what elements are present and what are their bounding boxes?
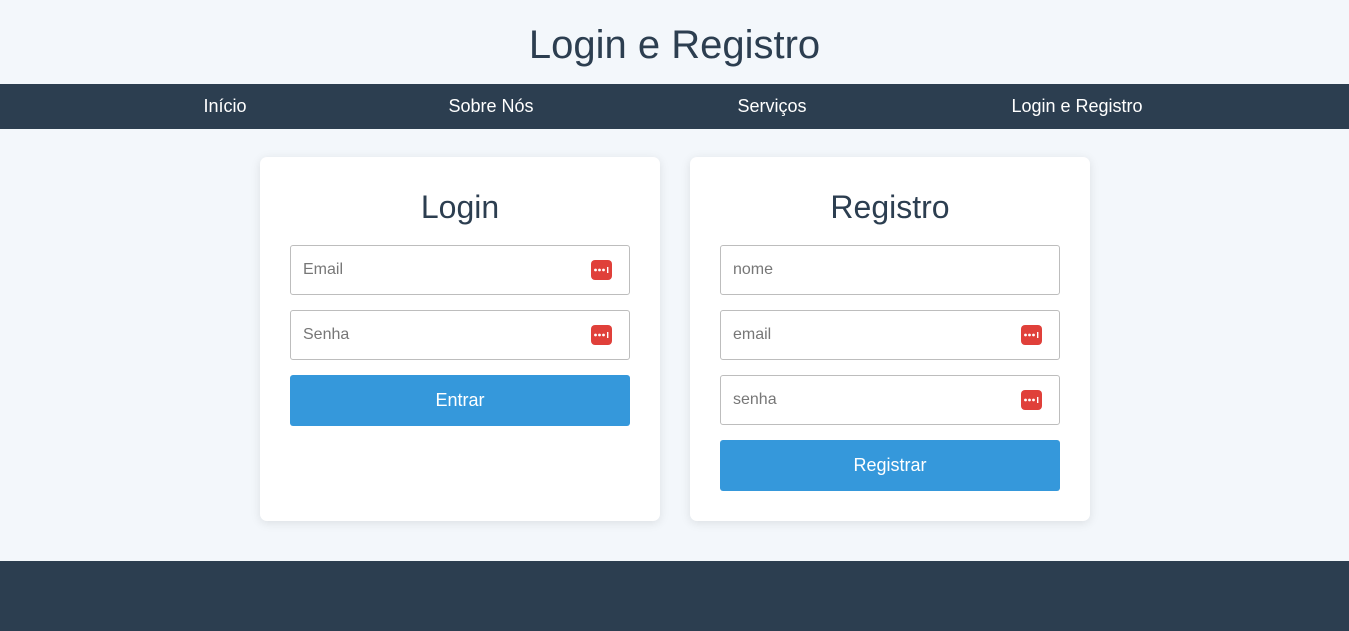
password-manager-icon[interactable] [591, 260, 612, 280]
login-email-field-wrapper [290, 245, 630, 295]
password-manager-icon[interactable] [1021, 325, 1042, 345]
login-card: Login Entrar [260, 157, 660, 521]
register-email-input[interactable] [720, 310, 1060, 360]
login-password-field-wrapper [290, 310, 630, 360]
register-name-input[interactable] [720, 245, 1060, 295]
login-email-input[interactable] [290, 245, 630, 295]
register-email-field-wrapper [720, 310, 1060, 360]
login-title: Login [420, 189, 500, 225]
login-password-input[interactable] [290, 310, 630, 360]
password-manager-icon[interactable] [1021, 390, 1042, 410]
register-submit-button[interactable]: Registrar [720, 440, 1060, 491]
register-name-field-wrapper [720, 245, 1060, 295]
nav-link-login-registro[interactable]: Login e Registro [1011, 84, 1142, 129]
nav-link-inicio[interactable]: Início [203, 84, 246, 129]
register-password-field-wrapper [720, 375, 1060, 425]
page-title: Login e Registro [528, 22, 821, 67]
nav-link-servicos[interactable]: Serviços [737, 84, 806, 129]
register-password-input[interactable] [720, 375, 1060, 425]
main-content: Login Entrar Registro [0, 129, 1349, 561]
page-header: Login e Registro [0, 0, 1349, 84]
password-manager-icon[interactable] [591, 325, 612, 345]
login-submit-button[interactable]: Entrar [290, 375, 630, 426]
register-title: Registro [830, 189, 950, 225]
nav-link-sobre-nos[interactable]: Sobre Nós [448, 84, 533, 129]
navbar: Início Sobre Nós Serviços Login e Regist… [0, 84, 1349, 129]
footer [0, 561, 1349, 631]
register-card: Registro Registrar [690, 157, 1090, 521]
